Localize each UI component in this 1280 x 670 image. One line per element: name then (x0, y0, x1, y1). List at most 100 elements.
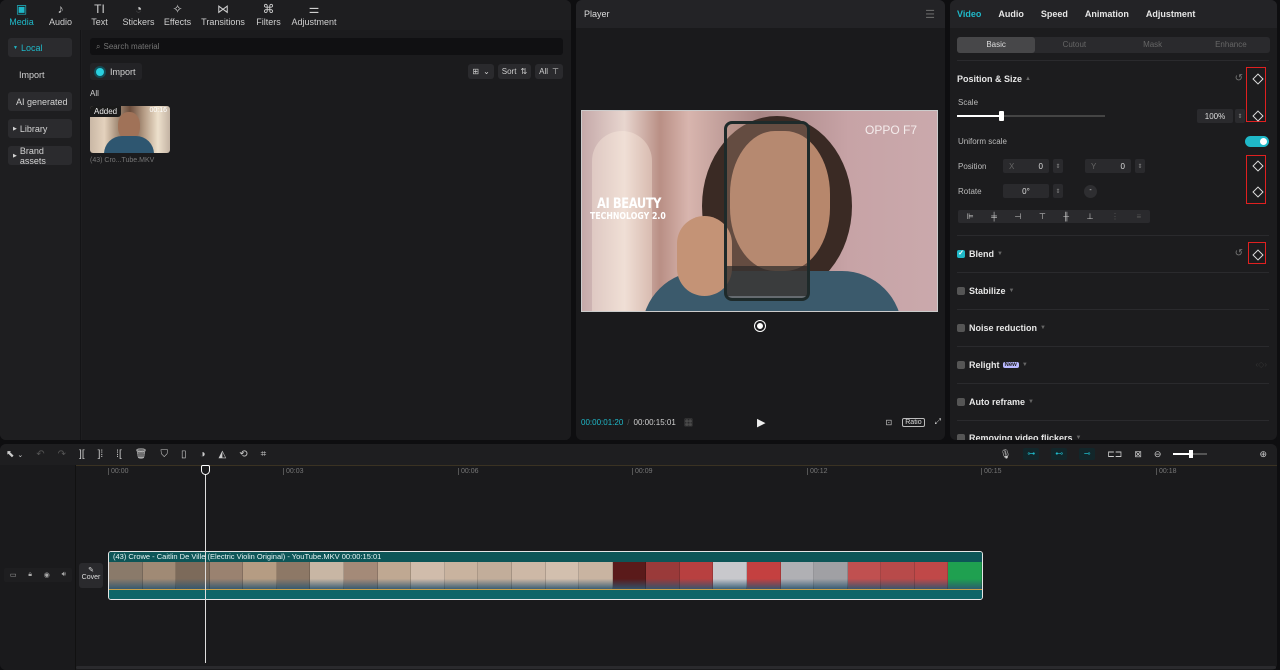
rotate-icon[interactable]: ⟲ (239, 449, 247, 460)
sidebar-item-brand-assets[interactable]: ▶ Brand assets (8, 146, 72, 166)
tab-audio[interactable]: Audio (998, 9, 1024, 19)
rotate-handle[interactable] (755, 321, 765, 331)
main-track-magnet-icon[interactable]: ⊶ (1023, 448, 1040, 460)
align-left-icon[interactable]: ⊫ (967, 212, 974, 221)
search-input[interactable] (103, 42, 544, 51)
tab-video[interactable]: Video (957, 9, 981, 19)
import-button[interactable]: Import (90, 63, 142, 80)
cover-button[interactable]: ✎ Cover (79, 563, 103, 588)
crop-icon[interactable]: ⌗ (261, 449, 267, 460)
auto-reframe-section[interactable]: Auto reframe ▼ (957, 397, 1269, 407)
menu-icon[interactable]: ☰ (925, 8, 935, 21)
playhead-handle[interactable] (201, 465, 210, 475)
noise-reduction-checkbox[interactable] (957, 324, 965, 332)
relight-checkbox[interactable] (957, 361, 965, 369)
media-item-thumbnail[interactable]: Added 00:16 (90, 106, 170, 153)
relight-section[interactable]: Relight New ▼ (957, 360, 1269, 370)
reverse-icon[interactable]: ◑ (199, 449, 205, 460)
zoom-out-icon[interactable]: ⊖ (1154, 449, 1162, 460)
position-y-input[interactable]: Y0 (1085, 159, 1131, 173)
reset-icon[interactable]: ↺ (1235, 248, 1243, 259)
align-top-icon[interactable]: ⊤ (1039, 212, 1046, 221)
delete-icon[interactable]: 🗑︎ (135, 449, 148, 460)
tab-audio[interactable]: ♪ Audio (41, 0, 80, 30)
zoom-slider-knob[interactable] (1189, 450, 1194, 458)
time-ruler[interactable]: 00:00 00:03 00:06 00:09 00:12 00:15 00:1… (76, 465, 1277, 477)
align-center-v-icon[interactable]: ╫ (1063, 212, 1069, 221)
noise-reduction-section[interactable]: Noise reduction ▼ (957, 323, 1269, 333)
volume-icon[interactable]: 🔊︎ (62, 571, 66, 579)
filter-button[interactable]: All ⊤ (535, 64, 563, 79)
split-right-icon[interactable]: ⁞[ (116, 449, 122, 460)
sidebar-item-ai-generated[interactable]: AI generated (8, 92, 72, 111)
distribute-v-icon[interactable]: ≡ (1136, 212, 1141, 221)
fullscreen-icon[interactable]: ⤢ (935, 417, 941, 427)
tab-animation[interactable]: Animation (1085, 9, 1129, 19)
marker-icon[interactable]: ⛉ (160, 449, 168, 460)
select-tool-icon[interactable]: ⬉ ⌄ (6, 449, 23, 460)
scale-slider-knob[interactable] (999, 111, 1005, 121)
ratio-button[interactable]: Ratio (902, 417, 925, 427)
tab-effects[interactable]: ✧ Effects (158, 0, 197, 30)
blend-checkbox[interactable]: ✓ (957, 250, 965, 258)
video-clip[interactable]: (43) Crowe - Caitlin De Ville (Electric … (108, 551, 983, 600)
view-mode-button[interactable]: ⊞ ⌄ (468, 64, 494, 79)
scale-input[interactable]: 100% (1197, 109, 1233, 123)
search-box[interactable]: ⌕ (90, 38, 563, 55)
zoom-fit-icon[interactable]: ⊡ (886, 418, 893, 427)
scale-slider[interactable] (957, 111, 1105, 121)
subtab-enhance[interactable]: Enhance (1192, 37, 1270, 53)
mirror-icon[interactable]: ◭ (219, 449, 227, 460)
timeline-zoom-slider[interactable] (1173, 450, 1208, 458)
position-y-stepper[interactable]: ⇕ (1135, 159, 1145, 173)
auto-reframe-checkbox[interactable] (957, 398, 965, 406)
playhead-line[interactable] (205, 465, 206, 663)
sidebar-item-local[interactable]: ▼ Local (8, 38, 72, 57)
tab-speed[interactable]: Speed (1041, 9, 1068, 19)
split-icon[interactable]: ][ (79, 449, 85, 460)
tab-adjustment[interactable]: ⚌ Adjustment (288, 0, 340, 30)
rotate-input[interactable]: 0° (1003, 184, 1049, 198)
sidebar-item-library[interactable]: ▶ Library (8, 119, 72, 138)
tab-transitions[interactable]: ⋈ Transitions (197, 0, 249, 30)
align-center-h-icon[interactable]: ╪ (991, 212, 997, 221)
timeline-scrollbar[interactable] (76, 666, 1276, 669)
split-preview-icon[interactable]: ⊏⊐ (1107, 449, 1122, 460)
freeze-icon[interactable]: ▯ (181, 449, 187, 460)
grid-icon[interactable]: ▦ (684, 417, 693, 428)
split-left-icon[interactable]: ]⁞ (98, 449, 104, 460)
position-x-input[interactable]: X0 (1003, 159, 1049, 173)
stabilize-section[interactable]: Stabilize ▼ (957, 286, 1269, 296)
stabilize-checkbox[interactable] (957, 287, 965, 295)
reset-icon[interactable]: ↺ (1235, 73, 1243, 84)
video-preview[interactable]: AI BEAUTY TECHNOLOGY 2.0 OPPO F7 (581, 110, 938, 312)
lock-icon[interactable]: 🔒︎ (28, 571, 32, 579)
auto-snap-icon[interactable]: ⊷ (1051, 448, 1068, 460)
position-x-stepper[interactable]: ⇕ (1053, 159, 1063, 173)
subtab-mask[interactable]: Mask (1114, 37, 1192, 53)
subtab-basic[interactable]: Basic (957, 37, 1036, 53)
scale-stepper[interactable]: ⇕ (1235, 109, 1245, 123)
sidebar-item-import[interactable]: Import (8, 65, 72, 84)
sort-button[interactable]: Sort ⇅ (497, 64, 532, 79)
flicker-checkbox[interactable] (957, 434, 965, 440)
preview-axis-icon[interactable]: ⊠ (1134, 449, 1142, 460)
tab-adjustment[interactable]: Adjustment (1146, 9, 1196, 19)
align-right-icon[interactable]: ⊣ (1014, 212, 1021, 221)
microphone-icon[interactable]: 🎙︎ (1000, 449, 1011, 460)
redo-icon[interactable]: ↷ (58, 449, 66, 460)
undo-icon[interactable]: ↶ (36, 449, 44, 460)
eye-icon[interactable]: ◉ (44, 571, 50, 579)
uniform-scale-toggle[interactable] (1245, 136, 1269, 147)
subtab-cutout[interactable]: Cutout (1035, 37, 1113, 53)
track-video-icon[interactable]: ▭ (10, 571, 17, 579)
tab-filters[interactable]: ⌘ Filters (249, 0, 288, 30)
rotate-stepper[interactable]: ⇕ (1053, 184, 1063, 198)
blend-section[interactable]: ✓ Blend ▼ (957, 249, 1269, 259)
play-button[interactable]: ▶ (757, 416, 765, 429)
rotate-dial[interactable]: - (1084, 185, 1097, 198)
tab-media[interactable]: ▣ Media (2, 0, 41, 30)
tab-text[interactable]: TI Text (80, 0, 119, 30)
distribute-h-icon[interactable]: ⋮ (1111, 212, 1119, 221)
linkage-icon[interactable]: ⊸ (1079, 448, 1096, 460)
